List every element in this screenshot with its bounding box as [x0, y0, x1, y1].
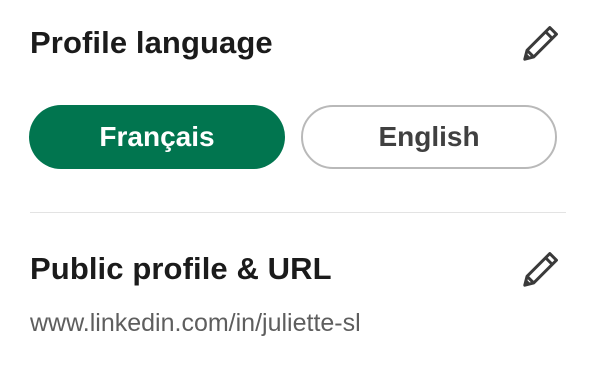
public-profile-url-title: Public profile & URL [30, 251, 332, 286]
language-option-francais[interactable]: Français [29, 105, 285, 169]
public-profile-url-link[interactable]: www.linkedin.com/in/juliette-sl [30, 309, 361, 338]
edit-profile-language-button[interactable] [518, 24, 562, 68]
edit-public-profile-button[interactable] [518, 250, 562, 294]
pencil-icon [519, 249, 561, 296]
profile-settings-card: Profile language Français English Public… [0, 0, 590, 366]
language-option-english[interactable]: English [301, 105, 557, 169]
profile-language-title: Profile language [30, 25, 273, 60]
section-divider [30, 212, 566, 213]
pencil-icon [519, 23, 561, 70]
